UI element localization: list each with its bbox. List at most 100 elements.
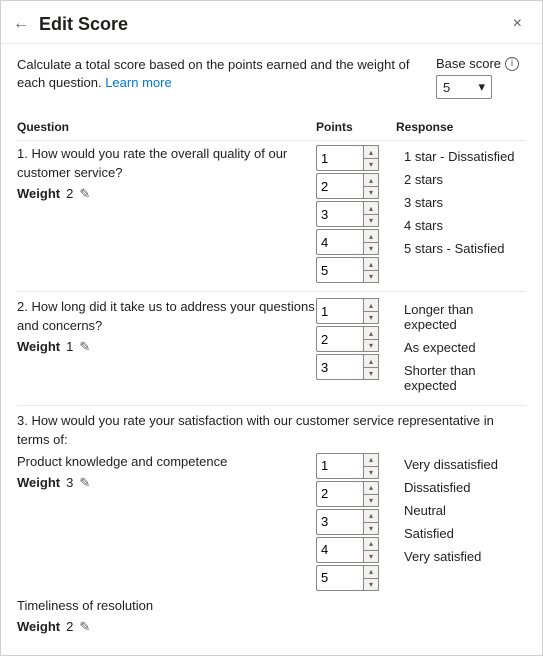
spin-down-2-2[interactable]: ▾ [363,339,379,352]
spin-down-2-1[interactable]: ▾ [363,311,379,324]
points-input-1-1[interactable] [316,145,364,171]
points-row-3a-3: ▴▾ [316,509,396,535]
spin-down-1-1[interactable]: ▾ [363,158,379,171]
points-input-1-4[interactable] [316,229,364,255]
weight-value-3a: 3 [66,475,73,490]
edit-score-dialog: ← Edit Score × Calculate a total score b… [0,0,543,656]
spin-up-3a-3[interactable]: ▴ [363,509,379,522]
col-question: Question [17,120,316,134]
weight-value-1: 2 [66,186,73,201]
base-score-label: Base score i [436,56,519,71]
edit-weight-button-3a[interactable]: ✎ [79,475,90,491]
divider-1 [17,291,526,292]
edit-weight-button-2[interactable]: ✎ [79,339,90,355]
spin-up-3a-1[interactable]: ▴ [363,453,379,466]
learn-more-link[interactable]: Learn more [105,75,171,90]
edit-weight-button-1[interactable]: ✎ [79,186,90,202]
question-col-2: 2. How long did it take us to address yo… [17,298,316,358]
points-row-3a-2: ▴▾ [316,481,396,507]
spin-up-2-2[interactable]: ▴ [363,326,379,339]
spin-up-3a-5[interactable]: ▴ [363,565,379,578]
spin-down-3a-3[interactable]: ▾ [363,522,379,535]
response-text-1-5: 5 stars - Satisfied [396,237,526,260]
spin-down-3a-5[interactable]: ▾ [363,578,379,591]
points-input-3a-2[interactable] [316,481,364,507]
weight-row-3a: Weight 3 ✎ [17,475,316,491]
question-section-2: 2. How long did it take us to address yo… [17,298,526,397]
spin-up-1-4[interactable]: ▴ [363,229,379,242]
response-col-2: Longer than expected As expected Shorter… [396,298,526,397]
dialog-body: Calculate a total score based on the poi… [1,44,542,655]
spin-down-3a-1[interactable]: ▾ [363,466,379,479]
spin-up-1-2[interactable]: ▴ [363,173,379,186]
dialog-header: ← Edit Score × [1,1,542,44]
response-text-3a-3: Neutral [396,499,526,522]
spin-down-1-4[interactable]: ▾ [363,242,379,255]
points-col-1: ▴ ▾ ▴▾ ▴▾ ▴▾ [316,145,396,283]
response-text-3a-2: Dissatisfied [396,476,526,499]
points-input-2-3[interactable] [316,354,364,380]
close-button[interactable]: × [509,13,526,35]
response-col-1: 1 star - Dissatisfied 2 stars 3 stars 4 … [396,145,526,260]
table-header: Question Points Response [17,116,526,141]
col-points: Points [316,120,396,134]
points-input-3a-5[interactable] [316,565,364,591]
question-text-2: 2. How long did it take us to address yo… [17,298,316,334]
base-score-block: Base score i 5 ▾ [436,56,526,99]
spin-up-1-3[interactable]: ▴ [363,201,379,214]
spin-down-1-3[interactable]: ▾ [363,214,379,227]
weight-label-2: Weight [17,339,60,354]
points-row-2-1: ▴▾ [316,298,396,324]
points-row-2-2: ▴▾ [316,326,396,352]
spin-up-1-5[interactable]: ▴ [363,257,379,270]
base-score-select[interactable]: 5 ▾ [436,75,492,99]
spin-down-3a-2[interactable]: ▾ [363,494,379,507]
response-text-1-2: 2 stars [396,168,526,191]
weight-value-3b: 2 [66,619,73,634]
response-text-1-4: 4 stars [396,214,526,237]
points-row-2-3: ▴▾ [316,354,396,380]
edit-weight-button-3b[interactable]: ✎ [79,619,90,635]
response-text-2-1: Longer than expected [396,298,526,336]
dialog-title: Edit Score [39,14,509,35]
weight-row-3b: Weight 2 ✎ [17,619,526,635]
question-text-1: 1. How would you rate the overall qualit… [17,145,316,181]
question-text-3: 3. How would you rate your satisfaction … [17,412,526,448]
weight-row-1: Weight 2 ✎ [17,186,316,202]
points-input-2-1[interactable] [316,298,364,324]
spin-up-1-1[interactable]: ▴ [363,145,379,158]
sub-question-text-3b: Timeliness of resolution [17,597,526,615]
points-row-3a-1: ▴▾ [316,453,396,479]
weight-label-3a: Weight [17,475,60,490]
points-row-1-5: ▴▾ [316,257,396,283]
col-response: Response [396,120,526,134]
points-input-1-2[interactable] [316,173,364,199]
weight-row-2: Weight 1 ✎ [17,339,316,355]
spin-up-3a-4[interactable]: ▴ [363,537,379,550]
sub-question-text-3a: Product knowledge and competence [17,453,316,471]
spin-up-2-1[interactable]: ▴ [363,298,379,311]
description-block: Calculate a total score based on the poi… [17,56,436,104]
back-button[interactable]: ← [13,13,35,35]
question-section-1: 1. How would you rate the overall qualit… [17,145,526,283]
spin-down-1-5[interactable]: ▾ [363,270,379,283]
points-col-3a: ▴▾ ▴▾ ▴▾ ▴▾ [316,453,396,591]
points-input-2-2[interactable] [316,326,364,352]
spin-up-2-3[interactable]: ▴ [363,354,379,367]
spin-down-3a-4[interactable]: ▾ [363,550,379,563]
top-section: Calculate a total score based on the poi… [17,56,526,104]
points-input-3a-1[interactable] [316,453,364,479]
weight-value-2: 1 [66,339,73,354]
spin-up-3a-2[interactable]: ▴ [363,481,379,494]
spin-down-2-3[interactable]: ▾ [363,367,379,380]
info-icon[interactable]: i [505,57,519,71]
response-text-3a-5: Very satisfied [396,545,526,568]
points-input-1-3[interactable] [316,201,364,227]
points-input-1-5[interactable] [316,257,364,283]
points-input-3a-3[interactable] [316,509,364,535]
question-col-1: 1. How would you rate the overall qualit… [17,145,316,205]
points-row-1-1: ▴ ▾ [316,145,396,171]
spin-down-1-2[interactable]: ▾ [363,186,379,199]
points-row-1-4: ▴▾ [316,229,396,255]
sub-question-3b: Timeliness of resolution Weight 2 ✎ [17,597,526,635]
